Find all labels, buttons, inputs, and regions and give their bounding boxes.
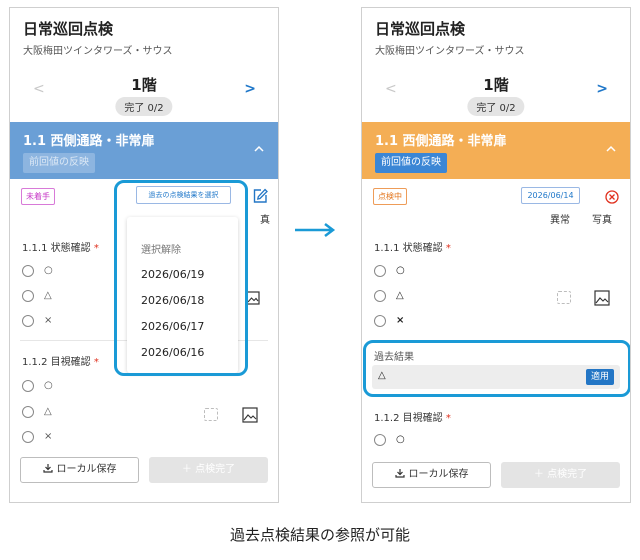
caption: 過去点検結果の参照が可能 (229, 526, 410, 544)
chevron-up-icon[interactable] (254, 140, 264, 156)
floor-name: 1階 (483, 76, 509, 94)
abnormal-checkbox[interactable] (557, 291, 571, 304)
next-floor-button[interactable]: > (244, 81, 256, 97)
abnormal-checkbox[interactable] (204, 408, 218, 421)
progress-badge: 完了 0/2 (115, 97, 173, 116)
section-header[interactable]: 1.1 西側通路・非常扉 前回値の反映 (362, 122, 630, 179)
complete-inspection-button[interactable]: ＋ 点検完了 (501, 462, 620, 488)
bottom-actions: ローカル保存 ＋ 点検完了 (10, 457, 278, 485)
local-save-button[interactable]: ローカル保存 (20, 457, 139, 483)
question-label: 1.1.1 状態確認 * (374, 243, 451, 254)
image-icon[interactable] (246, 290, 262, 306)
radio-button[interactable] (22, 431, 34, 443)
floor-nav: < 1階 完了 0/2 > (362, 70, 630, 120)
column-photo-label: 写真 (592, 215, 612, 226)
column-photo-label: 真 (260, 215, 270, 226)
floor-name: 1階 (131, 76, 157, 94)
highlight-frame (363, 340, 630, 397)
radio-button[interactable] (22, 406, 34, 418)
chevron-up-icon[interactable] (606, 140, 616, 156)
radio-button[interactable] (22, 380, 34, 392)
building-name: 大阪梅田ツインタワーズ・サウス (375, 46, 525, 57)
status-badge: 未着手 (21, 188, 55, 205)
arrow-right-icon (295, 223, 336, 237)
past-date-select[interactable]: 2026/06/14 (521, 187, 580, 204)
status-badge: 点検中 (373, 188, 407, 205)
floor-nav: < 1階 完了 0/2 > (10, 70, 278, 120)
highlight-frame (114, 180, 248, 376)
question-label: 1.1.2 目視確認 * (22, 357, 99, 368)
screen-after: 日常巡回点検 大阪梅田ツインタワーズ・サウス < 1階 完了 0/2 > 1.1… (361, 7, 631, 503)
radio-button[interactable] (374, 315, 386, 327)
image-icon[interactable] (594, 290, 610, 306)
bottom-actions: ローカル保存 ＋ 点検完了 (362, 462, 630, 490)
column-abnormal-label: 異常 (550, 215, 570, 226)
next-floor-button[interactable]: > (596, 81, 608, 97)
complete-inspection-button[interactable]: ＋ 点検完了 (149, 457, 268, 483)
building-name: 大阪梅田ツインタワーズ・サウス (23, 46, 173, 57)
radio-button[interactable] (374, 290, 386, 302)
radio-button[interactable] (374, 265, 386, 277)
radio-button[interactable] (374, 434, 386, 446)
progress-badge: 完了 0/2 (467, 97, 525, 116)
question-label: 1.1.1 状態確認 * (22, 243, 99, 254)
question-label: 1.1.2 目視確認 * (374, 413, 451, 424)
radio-button[interactable] (22, 265, 34, 277)
section-header[interactable]: 1.1 西側通路・非常扉 前回値の反映 (10, 122, 278, 179)
prev-value-button[interactable]: 前回値の反映 (375, 153, 447, 173)
screen-before: 日常巡回点検 大阪梅田ツインタワーズ・サウス < 1階 完了 0/2 > 1.1… (9, 7, 279, 503)
page-title: 日常巡回点検 (23, 20, 114, 38)
local-save-button[interactable]: ローカル保存 (372, 462, 491, 488)
section-title: 1.1 西側通路・非常扉 (23, 134, 155, 149)
edit-icon[interactable] (252, 188, 268, 204)
close-circle-icon[interactable] (605, 189, 619, 204)
image-icon[interactable] (242, 407, 258, 423)
radio-button[interactable] (22, 290, 34, 302)
prev-value-button[interactable]: 前回値の反映 (23, 153, 95, 173)
radio-button[interactable] (22, 315, 34, 327)
section-title: 1.1 西側通路・非常扉 (375, 134, 507, 149)
page-title: 日常巡回点検 (375, 20, 466, 38)
